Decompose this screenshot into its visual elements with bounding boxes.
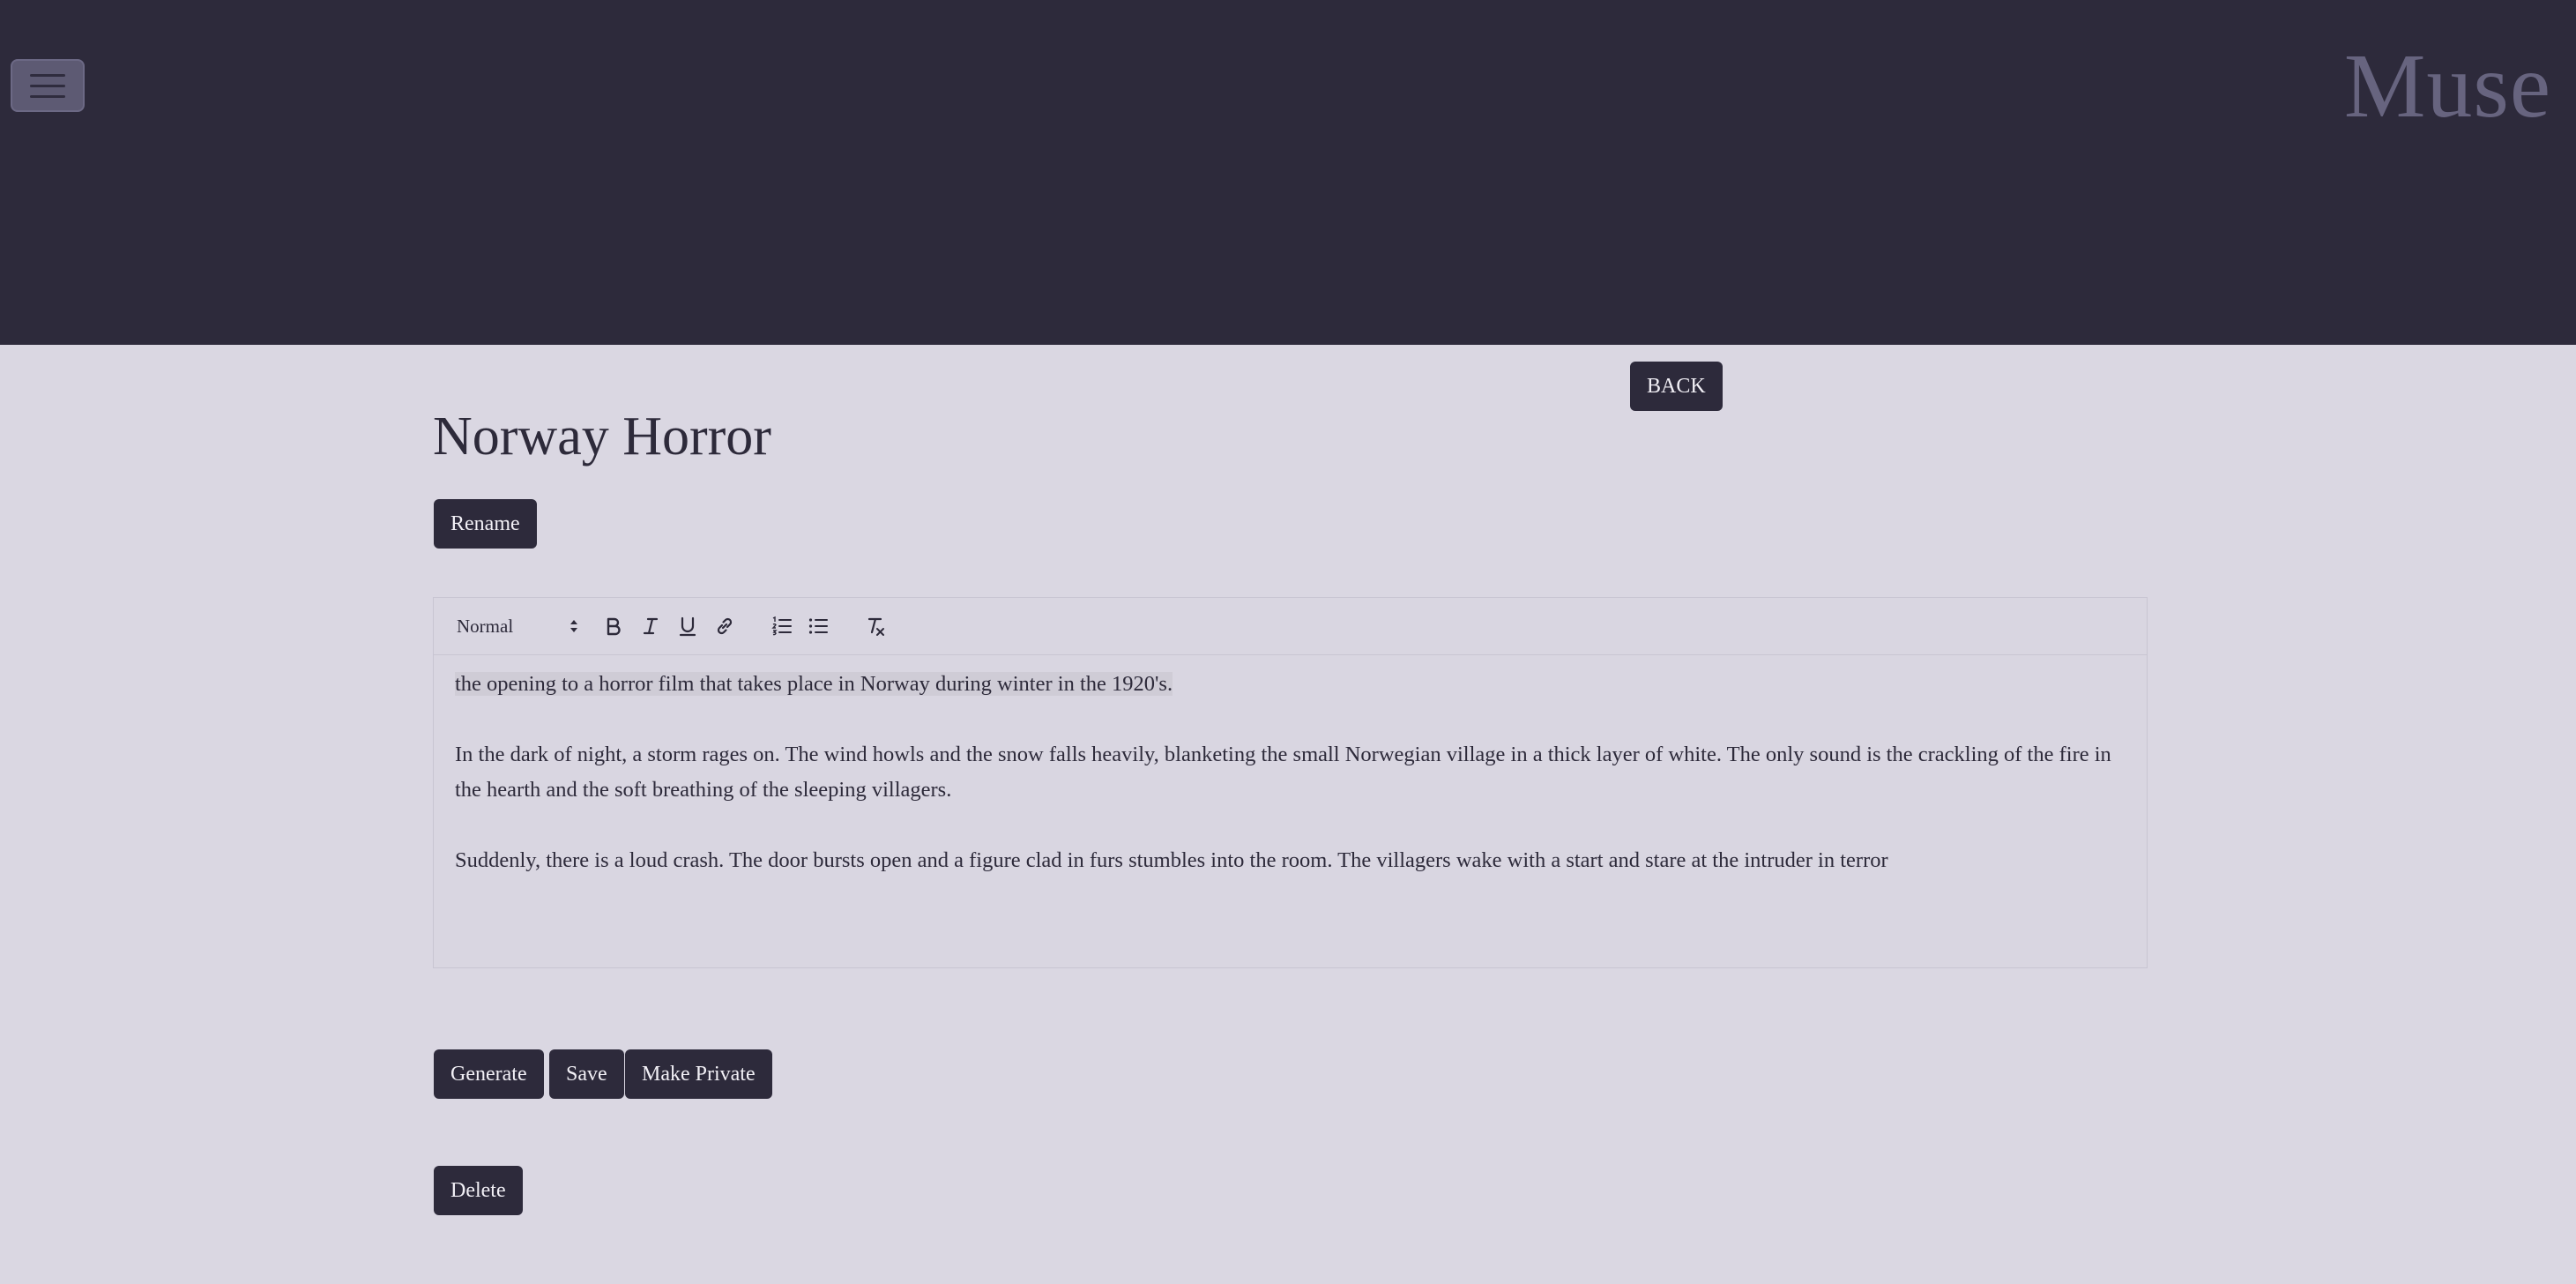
bold-icon[interactable] xyxy=(600,613,627,639)
hamburger-icon xyxy=(30,74,65,77)
prompt-line: the opening to a horror film that takes … xyxy=(455,667,2126,702)
generate-button[interactable]: Generate xyxy=(434,1049,544,1099)
page-title: Norway Horror xyxy=(433,407,771,467)
clear-format-icon[interactable] xyxy=(863,613,890,639)
save-button[interactable]: Save xyxy=(549,1049,624,1099)
bullet-list-icon[interactable] xyxy=(805,613,831,639)
top-header: Muse xyxy=(0,0,2576,345)
highlighted-prompt: the opening to a horror film that takes … xyxy=(455,672,1173,696)
story-paragraph-2: Suddenly, there is a loud crash. The doo… xyxy=(455,848,1888,872)
hamburger-icon-bar xyxy=(30,95,65,98)
format-select[interactable]: Normal xyxy=(457,613,580,639)
hamburger-icon-bar xyxy=(30,85,65,87)
make-private-button[interactable]: Make Private xyxy=(625,1049,772,1099)
format-select-value: Normal xyxy=(457,616,514,637)
menu-toggle-button[interactable] xyxy=(11,59,85,112)
text-editor: Normal the opening to a horror film that… xyxy=(433,597,2148,968)
brand-logo[interactable]: Muse xyxy=(2344,34,2551,139)
link-icon[interactable] xyxy=(711,613,738,639)
italic-icon[interactable] xyxy=(637,613,664,639)
editor-toolbar: Normal xyxy=(434,598,2147,655)
back-button[interactable]: BACK xyxy=(1630,362,1723,411)
select-arrows-icon xyxy=(570,620,577,632)
ordered-list-icon[interactable] xyxy=(769,613,795,639)
story-paragraph-1: In the dark of night, a storm rages on. … xyxy=(455,743,2111,802)
underline-icon[interactable] xyxy=(674,613,701,639)
rename-button[interactable]: Rename xyxy=(434,499,537,549)
editor-content[interactable]: the opening to a horror film that takes … xyxy=(455,667,2126,878)
delete-button[interactable]: Delete xyxy=(434,1166,523,1215)
